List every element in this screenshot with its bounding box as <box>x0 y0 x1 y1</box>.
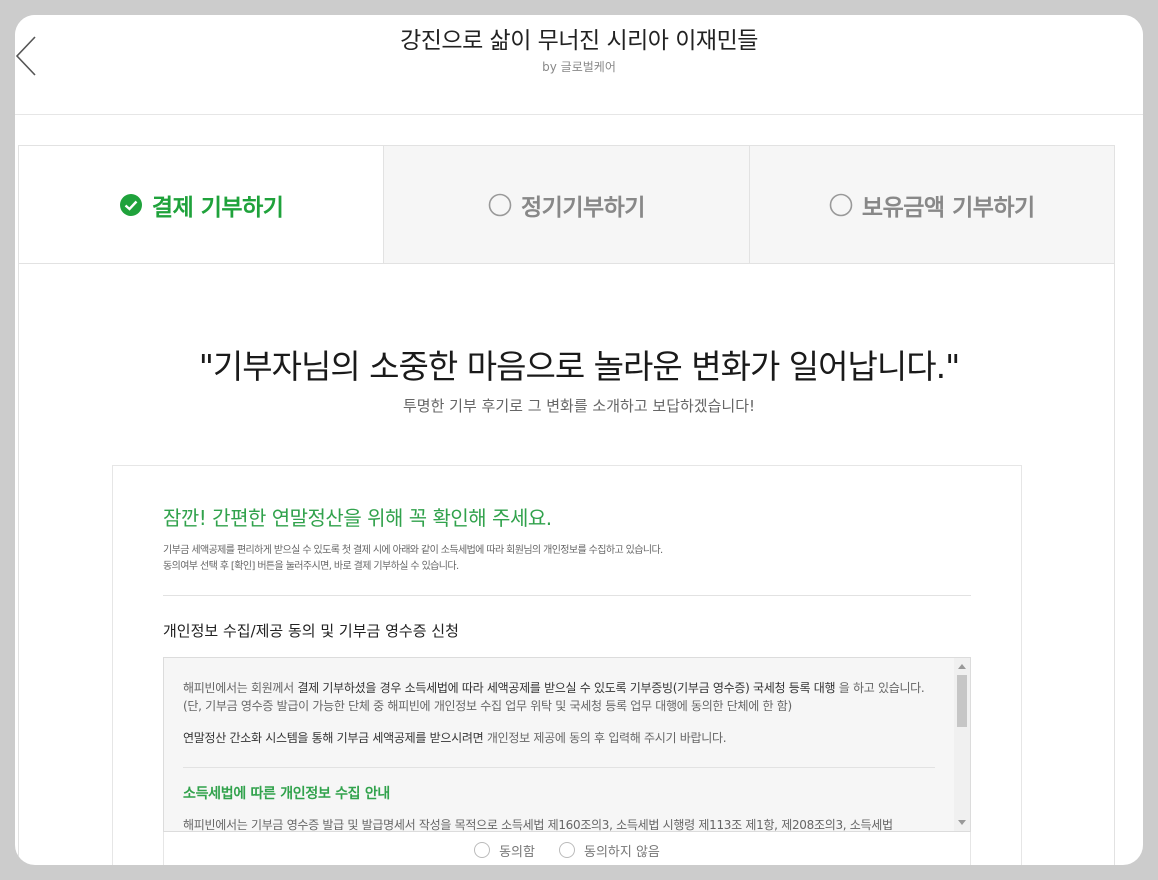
scrollbar-thumb[interactable] <box>957 675 967 727</box>
radio-empty-icon <box>829 193 853 217</box>
scroll-up-arrow-icon[interactable] <box>958 664 966 669</box>
radio-empty-icon <box>558 842 575 858</box>
tax-notice-box: 잠깐! 간편한 연말정산을 위해 꼭 확인해 주세요. 기부금 세액공제를 편리… <box>112 465 1022 865</box>
consent-terms-scrollbox[interactable]: 해피빈에서는 회원께서 결제 기부하셨을 경우 소득세법에 따라 세액공제를 받… <box>163 657 971 832</box>
tab-balance-donation[interactable]: 보유금액 기부하기 <box>748 146 1114 263</box>
tab-label: 보유금액 기부하기 <box>861 194 1035 221</box>
consent-terms-text: 해피빈에서는 회원께서 결제 기부하셨을 경우 소득세법에 따라 세액공제를 받… <box>183 679 935 832</box>
modal-header: 강진으로 삶이 무너진 시리아 이재민들 by 글로벌케어 <box>15 15 1143 115</box>
radio-empty-icon <box>474 842 491 858</box>
disagree-radio[interactable]: 동의하지 않음 <box>558 841 660 860</box>
notice-description: 기부금 세액공제를 편리하게 받으실 수 있도록 첫 결제 시에 아래와 같이 … <box>163 543 663 575</box>
divider <box>163 595 971 596</box>
disagree-label: 동의하지 않음 <box>583 844 660 860</box>
terms-paragraph: 해피빈에서는 회원께서 결제 기부하셨을 경우 소득세법에 따라 세액공제를 받… <box>183 681 925 713</box>
page-subtitle: by 글로벌케어 <box>542 60 616 74</box>
consent-radio-group: 동의함 동의하지 않음 <box>163 832 971 865</box>
notice-title: 잠깐! 간편한 연말정산을 위해 꼭 확인해 주세요. <box>163 506 552 530</box>
tab-label: 결제 기부하기 <box>151 194 284 221</box>
scrollbar[interactable] <box>954 658 970 831</box>
radio-empty-icon <box>488 193 512 217</box>
donation-type-tabs: 결제 기부하기 정기기부하기 보유금액 기부하기 <box>18 145 1115 264</box>
terms-divider <box>183 767 935 768</box>
consent-section-title: 개인정보 수집/제공 동의 및 기부금 영수증 신청 <box>163 622 459 640</box>
notice-desc-line: 기부금 세액공제를 편리하게 받으실 수 있도록 첫 결제 시에 아래와 같이 … <box>163 545 663 556</box>
tab-regular-donation[interactable]: 정기기부하기 <box>383 146 749 263</box>
terms-paragraph: 연말정산 간소화 시스템을 통해 기부금 세액공제를 받으시려면 개인정보 제공… <box>183 731 727 745</box>
agree-radio[interactable]: 동의함 <box>474 841 535 860</box>
donation-modal: 강진으로 삶이 무너진 시리아 이재민들 by 글로벌케어 결제 기부하기 정기… <box>15 15 1143 865</box>
tab-payment-donation[interactable]: 결제 기부하기 <box>19 146 384 263</box>
terms-subheading: 소득세법에 따른 개인정보 수집 안내 <box>183 786 390 802</box>
tab-label: 정기기부하기 <box>521 194 645 221</box>
agree-label: 동의함 <box>499 844 535 860</box>
terms-paragraph: 해피빈에서는 기부금 영수증 발급 및 발급명세서 작성을 목적으로 소득세법 … <box>183 818 893 832</box>
check-circle-icon <box>119 193 143 217</box>
notice-desc-line: 동의여부 선택 후 [확인] 버튼을 눌러주시면, 바로 결제 기부하실 수 있… <box>163 561 459 572</box>
page-title: 강진으로 삶이 무너진 시리아 이재민들 <box>400 28 758 54</box>
headline-quote: "기부자님의 소중한 마음으로 놀라운 변화가 일어납니다." <box>198 347 961 386</box>
headline-subtext: 투명한 기부 후기로 그 변화를 소개하고 보답하겠습니다! <box>402 397 756 415</box>
scroll-down-arrow-icon[interactable] <box>958 820 966 825</box>
